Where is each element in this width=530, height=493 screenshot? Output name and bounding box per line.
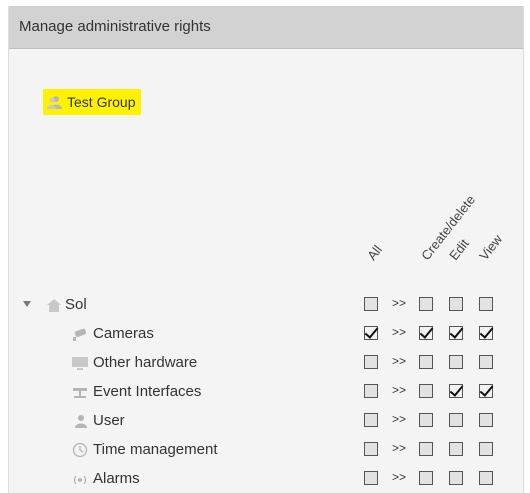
cascade-arrows: >> — [392, 383, 407, 397]
checkbox-edit[interactable] — [449, 413, 463, 427]
checkbox-edit[interactable] — [449, 471, 463, 485]
checkbox-view[interactable] — [479, 355, 493, 369]
checkbox-all[interactable] — [364, 413, 378, 427]
tree-row-event-interfaces: Event Interfaces >> — [9, 381, 523, 405]
tree-item-label[interactable]: Sol — [65, 296, 87, 313]
clock-icon — [71, 442, 89, 458]
cascade-arrows: >> — [392, 354, 407, 368]
tree-item-label[interactable]: Other hardware — [93, 354, 197, 371]
checkbox-edit[interactable] — [449, 326, 463, 340]
tree-row-other-hardware: Other hardware >> — [9, 352, 523, 376]
checkbox-view[interactable] — [479, 471, 493, 485]
checkbox-create-delete[interactable] — [419, 384, 433, 398]
checkbox-edit[interactable] — [449, 355, 463, 369]
checkbox-create-delete[interactable] — [419, 297, 433, 311]
checkbox-all[interactable] — [364, 384, 378, 398]
expand-arrow-icon[interactable] — [23, 301, 31, 307]
user-icon — [71, 413, 89, 429]
tree-item-label[interactable]: Event Interfaces — [93, 383, 201, 400]
checkbox-create-delete[interactable] — [419, 442, 433, 456]
tree-item-label[interactable]: User — [93, 412, 125, 429]
admin-rights-panel: Manage administrative rights Test Group … — [8, 6, 524, 493]
cascade-arrows: >> — [392, 441, 407, 455]
checkbox-all[interactable] — [364, 442, 378, 456]
checkbox-view[interactable] — [479, 442, 493, 456]
alarm-icon — [71, 471, 89, 487]
panel-header: Manage administrative rights — [9, 6, 523, 49]
tree-item-label[interactable]: Time management — [93, 441, 218, 458]
column-header-edit: Edit — [446, 236, 472, 263]
group-label: Test Group — [67, 94, 136, 110]
panel-title: Manage administrative rights — [19, 18, 211, 35]
tree-row-alarms: Alarms >> — [9, 468, 523, 492]
checkbox-view[interactable] — [479, 384, 493, 398]
checkbox-create-delete[interactable] — [419, 326, 433, 340]
home-icon — [45, 297, 63, 313]
selected-group[interactable]: Test Group — [43, 89, 142, 115]
column-header-view: View — [476, 231, 506, 263]
tree-row-user: User >> — [9, 410, 523, 434]
checkbox-create-delete[interactable] — [419, 413, 433, 427]
camera-icon — [71, 326, 89, 342]
checkbox-all[interactable] — [364, 471, 378, 485]
checkbox-all[interactable] — [364, 297, 378, 311]
checkbox-all[interactable] — [364, 355, 378, 369]
checkbox-create-delete[interactable] — [419, 355, 433, 369]
cascade-arrows: >> — [392, 412, 407, 426]
cascade-arrows: >> — [392, 325, 407, 339]
checkbox-view[interactable] — [479, 413, 493, 427]
tree-item-label[interactable]: Alarms — [93, 470, 140, 487]
checkbox-all[interactable] — [364, 326, 378, 340]
tree-row-sol: Sol >> — [9, 294, 523, 318]
checkbox-edit[interactable] — [449, 297, 463, 311]
user-group-icon — [47, 96, 62, 109]
checkbox-edit[interactable] — [449, 384, 463, 398]
cascade-arrows: >> — [392, 296, 407, 310]
tree-item-label[interactable]: Cameras — [93, 325, 154, 342]
checkbox-create-delete[interactable] — [419, 471, 433, 485]
column-header-all: All — [364, 242, 385, 263]
checkbox-view[interactable] — [479, 326, 493, 340]
checkbox-view[interactable] — [479, 297, 493, 311]
checkbox-edit[interactable] — [449, 442, 463, 456]
monitor-icon — [71, 355, 89, 371]
tree-row-time-management: Time management >> — [9, 439, 523, 463]
cascade-arrows: >> — [392, 470, 407, 484]
network-icon — [71, 384, 89, 400]
tree-row-cameras: Cameras >> — [9, 323, 523, 347]
